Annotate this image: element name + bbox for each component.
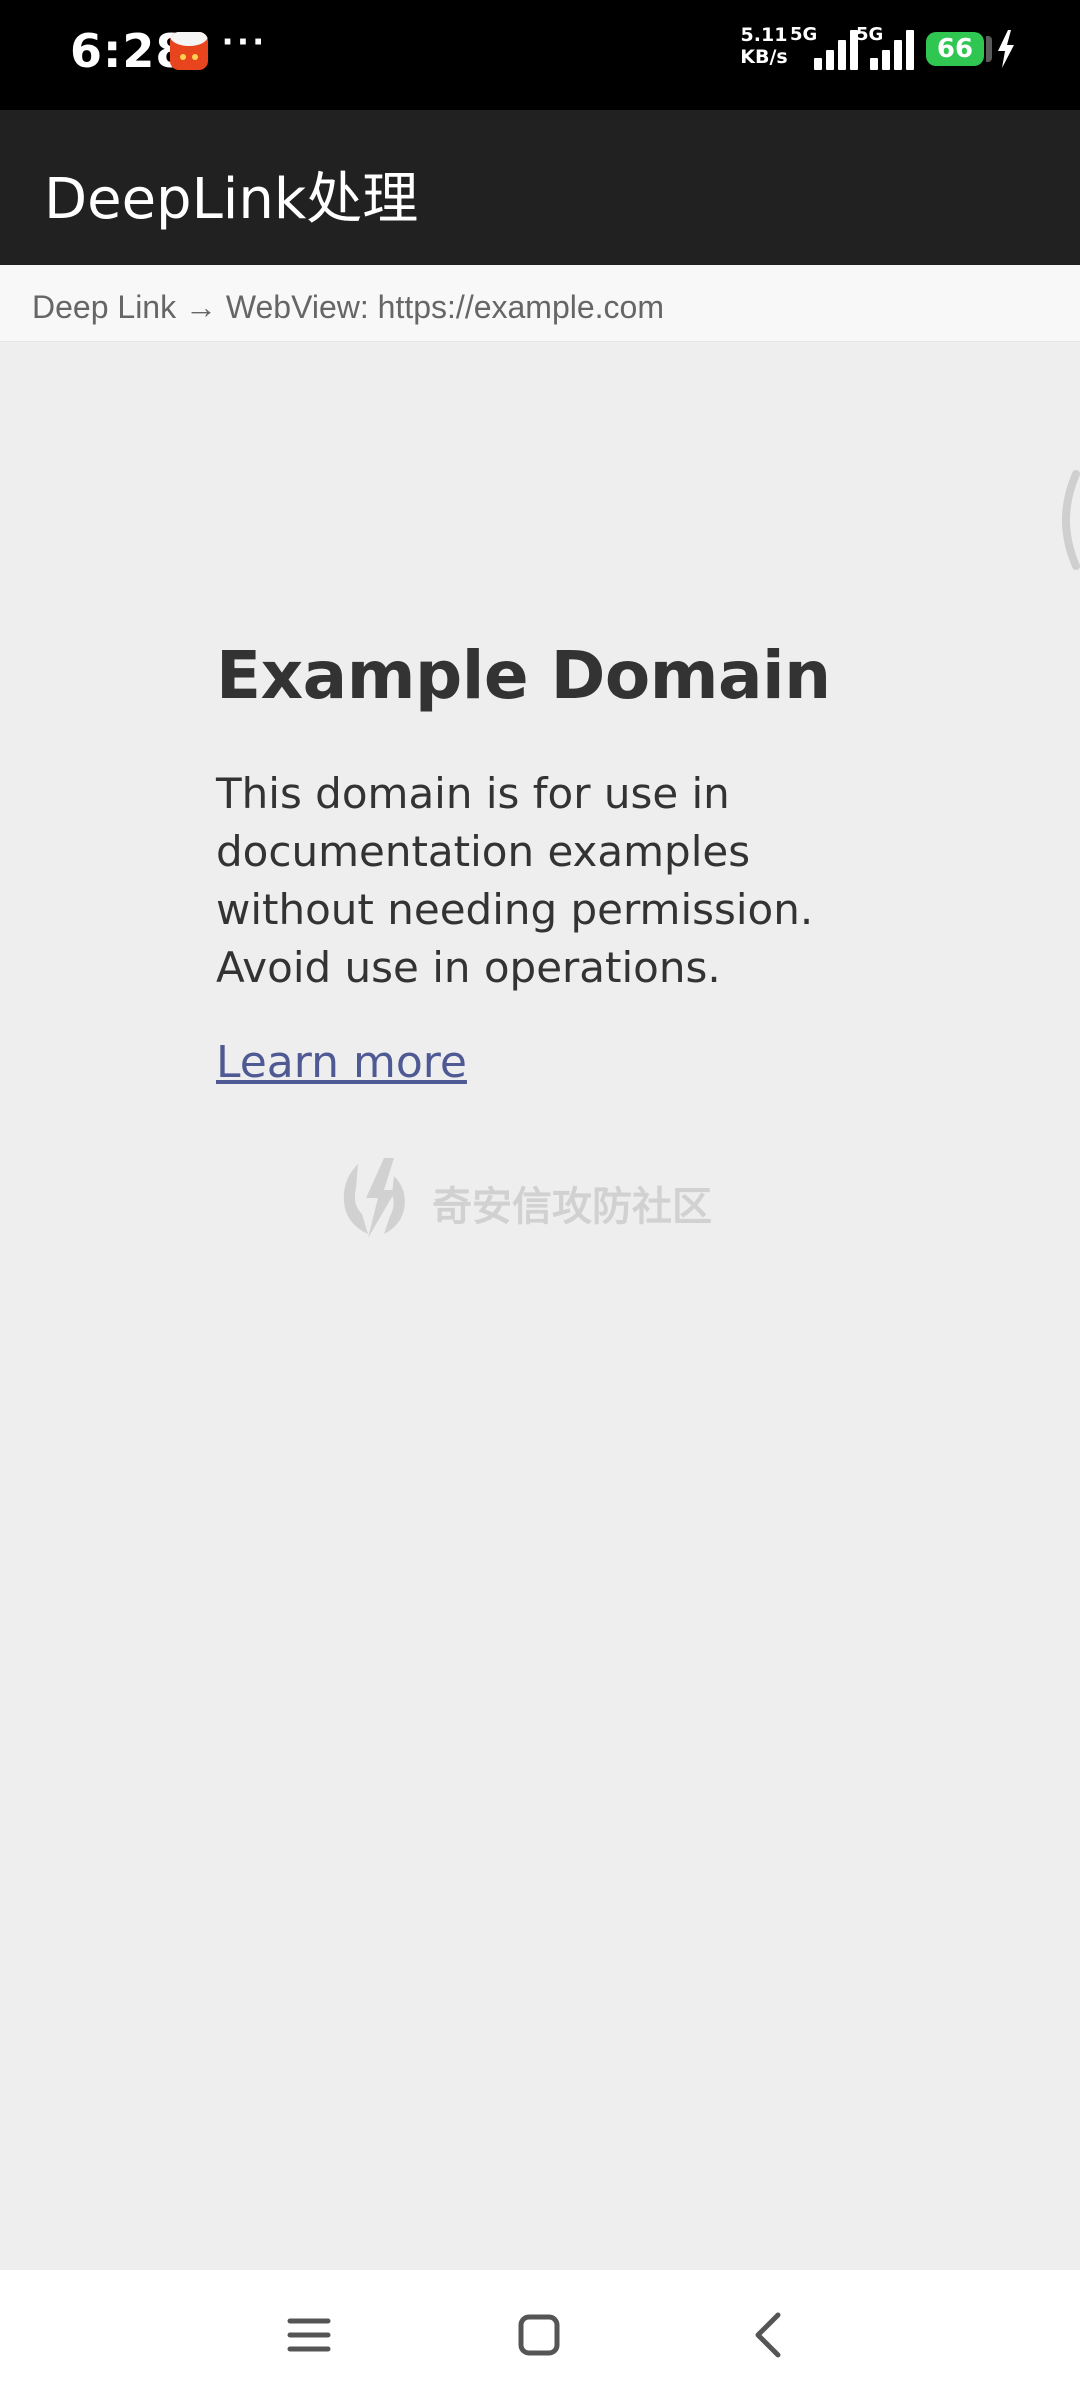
phone-screen: 6:28 ··· 5.11 KB/s 5G 5G 66 DeepLink处理 D… [0,0,1080,2400]
status-bar: 6:28 ··· 5.11 KB/s 5G 5G 66 [0,0,1080,110]
network-speed-unit: KB/s [740,46,788,68]
signal-type-label: 5G [856,24,884,45]
app-title: DeepLink处理 [44,167,419,232]
battery-icon: 66 [926,32,984,66]
menu-icon[interactable] [274,2300,344,2370]
signal-type-label: 5G [790,24,818,45]
page-heading: Example Domain [216,637,831,714]
signal-icon: 5G [856,24,922,70]
page-paragraph: This domain is for use in documentation … [216,769,814,992]
watermark-text: 奇安信攻防社区 [432,1184,712,1230]
learn-more-link[interactable]: Learn more [216,1037,467,1088]
app-bar: DeepLink处理 [0,110,1080,265]
navigation-bar [0,2270,1080,2400]
edge-swipe-handle-icon[interactable] [1050,470,1080,570]
webview-content[interactable]: Example Domain This domain is for use in… [0,342,1080,2270]
network-speed: 5.11 KB/s [736,24,792,68]
network-speed-value: 5.11 [740,24,788,46]
deeplink-url-bar: Deep Link → WebView: https://example.com [0,265,1080,342]
home-icon[interactable] [504,2300,574,2370]
battery-nub [986,36,992,62]
back-icon[interactable] [734,2300,804,2370]
signal-icon: 5G [790,24,858,70]
more-notifications-icon: ··· [222,20,268,64]
charging-icon [998,30,1014,68]
deeplink-url-text: Deep Link → WebView: https://example.com [32,289,664,325]
notification-app-icon [170,32,208,70]
watermark-logo-icon [343,1158,405,1238]
watermark: 奇安信攻防社区 [338,1154,758,1240]
